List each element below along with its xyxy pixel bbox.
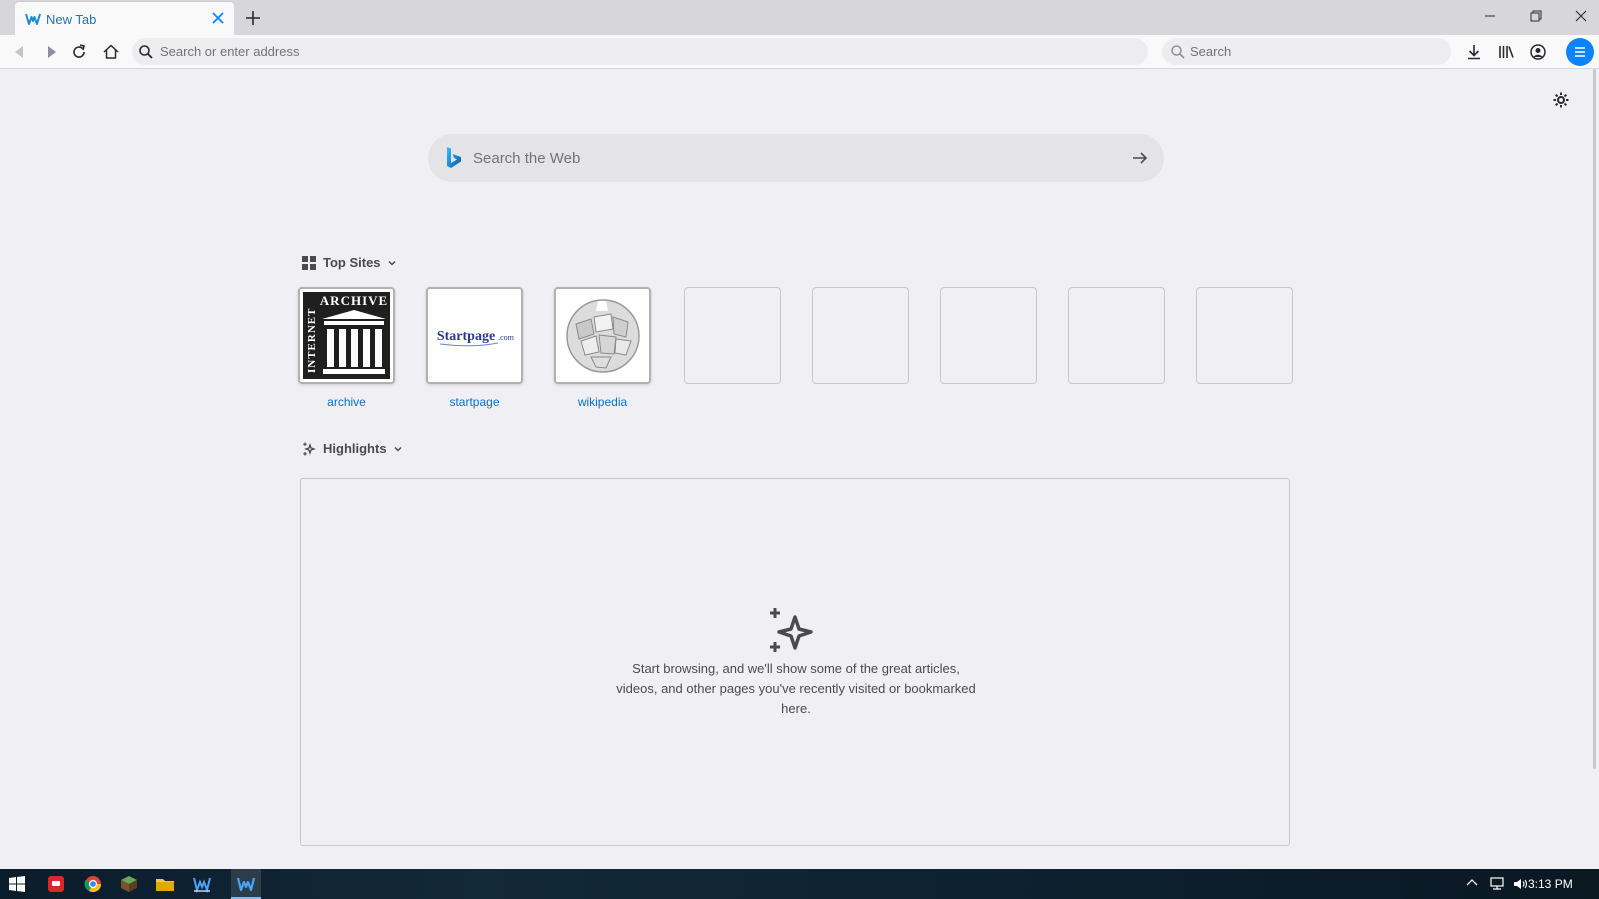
browser-logo-icon xyxy=(236,877,256,892)
web-search-input[interactable] xyxy=(473,134,1113,182)
highlights-title: Highlights xyxy=(323,441,387,456)
address-input[interactable] xyxy=(160,38,1140,65)
downloads-icon[interactable] xyxy=(1464,42,1484,62)
chevron-down-icon xyxy=(388,260,396,266)
library-icon[interactable] xyxy=(1496,42,1516,62)
archive-logo-top-text: ARCHIVE xyxy=(320,293,388,308)
forward-icon[interactable] xyxy=(41,42,61,62)
chevron-up-icon[interactable] xyxy=(1464,875,1480,891)
top-site-empty-slot xyxy=(812,287,909,384)
address-bar[interactable] xyxy=(132,38,1148,65)
top-site-startpage[interactable]: Startpage .com startpage xyxy=(426,287,523,409)
account-icon[interactable] xyxy=(1528,42,1548,62)
empty-tile xyxy=(684,287,781,384)
gear-icon[interactable] xyxy=(1552,91,1570,109)
page-scrollbar[interactable] xyxy=(1591,69,1599,869)
reload-icon[interactable] xyxy=(69,42,89,62)
arrow-right-icon[interactable] xyxy=(1130,148,1150,168)
archive-thumbnail: ARCHIVE INTERNET xyxy=(298,287,395,384)
top-site-empty-slot xyxy=(684,287,781,384)
empty-tile xyxy=(940,287,1037,384)
top-site-wikipedia[interactable]: wikipedia xyxy=(554,287,651,409)
highlights-empty-message: Start browsing, and we'll show some of t… xyxy=(616,661,976,716)
restore-icon[interactable] xyxy=(1526,6,1546,26)
startpage-thumbnail: Startpage .com xyxy=(426,287,523,384)
top-site-empty-slot xyxy=(940,287,1037,384)
home-icon[interactable] xyxy=(101,42,121,62)
top-site-empty-slot xyxy=(1196,287,1293,384)
minecraft-block-icon[interactable] xyxy=(118,873,140,895)
network-icon[interactable] xyxy=(1488,875,1506,893)
app-red-icon[interactable] xyxy=(45,873,67,895)
app-menu-button[interactable] xyxy=(1566,38,1594,66)
web-search-box[interactable] xyxy=(428,134,1164,182)
taskbar-app-icon[interactable] xyxy=(191,873,213,895)
tab-title: New Tab xyxy=(46,12,97,27)
empty-tile xyxy=(812,287,909,384)
wikipedia-globe-logo xyxy=(556,289,649,382)
top-site-label: archive xyxy=(327,395,366,409)
new-tab-page: Top Sites ARCHIVE INTERNET xyxy=(0,69,1591,869)
internet-archive-logo: ARCHIVE INTERNET xyxy=(300,289,393,382)
bing-logo-icon xyxy=(447,147,461,168)
highlights-empty-state: Start browsing, and we'll show some of t… xyxy=(300,478,1290,846)
top-site-label: startpage xyxy=(449,395,500,409)
tab-new-tab[interactable]: New Tab xyxy=(15,2,234,35)
search-icon xyxy=(1171,45,1185,59)
os-taskbar: 3:13 PM xyxy=(0,869,1599,899)
top-sites-title: Top Sites xyxy=(323,255,381,270)
chevron-down-icon xyxy=(394,446,402,452)
top-site-label: wikipedia xyxy=(577,395,628,409)
taskbar-active-browser[interactable] xyxy=(231,869,261,899)
top-site-empty-slot xyxy=(1068,287,1165,384)
close-tab-icon[interactable] xyxy=(210,10,226,26)
browser-logo-icon xyxy=(25,13,41,25)
toolbar-search-input[interactable] xyxy=(1190,38,1440,65)
file-explorer-icon[interactable] xyxy=(154,873,176,895)
grid-icon xyxy=(302,255,316,270)
toolbar-search-box[interactable] xyxy=(1162,38,1451,65)
empty-tile xyxy=(1068,287,1165,384)
startpage-logo-text: Startpage xyxy=(437,329,495,344)
highlights-sparkle-icon xyxy=(303,442,316,455)
highlights-heading[interactable]: Highlights xyxy=(302,441,403,456)
minimize-icon[interactable] xyxy=(1480,6,1500,26)
chrome-icon[interactable] xyxy=(82,873,104,895)
wikipedia-thumbnail xyxy=(554,287,651,384)
back-icon[interactable] xyxy=(10,42,30,62)
startpage-logo-suffix: .com xyxy=(498,333,515,342)
new-tab-plus-icon[interactable] xyxy=(243,8,263,28)
search-icon xyxy=(139,45,153,59)
tab-strip: New Tab xyxy=(0,0,1599,35)
empty-tile xyxy=(1196,287,1293,384)
top-sites-grid: ARCHIVE INTERNET archive Startpage .com … xyxy=(298,287,1293,412)
top-sites-heading[interactable]: Top Sites xyxy=(302,255,397,270)
archive-logo-side-text: INTERNET xyxy=(306,308,318,373)
hamburger-menu-icon xyxy=(1575,47,1585,57)
top-site-archive[interactable]: ARCHIVE INTERNET archive xyxy=(298,287,395,409)
taskbar-clock[interactable]: 3:13 PM xyxy=(1528,877,1573,891)
windows-start-icon[interactable] xyxy=(6,873,28,895)
sparkle-icon xyxy=(770,608,813,652)
scrollbar-thumb[interactable] xyxy=(1593,69,1596,769)
startpage-logo: Startpage .com xyxy=(428,289,521,382)
navigation-toolbar xyxy=(0,35,1599,69)
close-window-icon[interactable] xyxy=(1571,6,1591,26)
volume-icon[interactable] xyxy=(1511,875,1529,893)
